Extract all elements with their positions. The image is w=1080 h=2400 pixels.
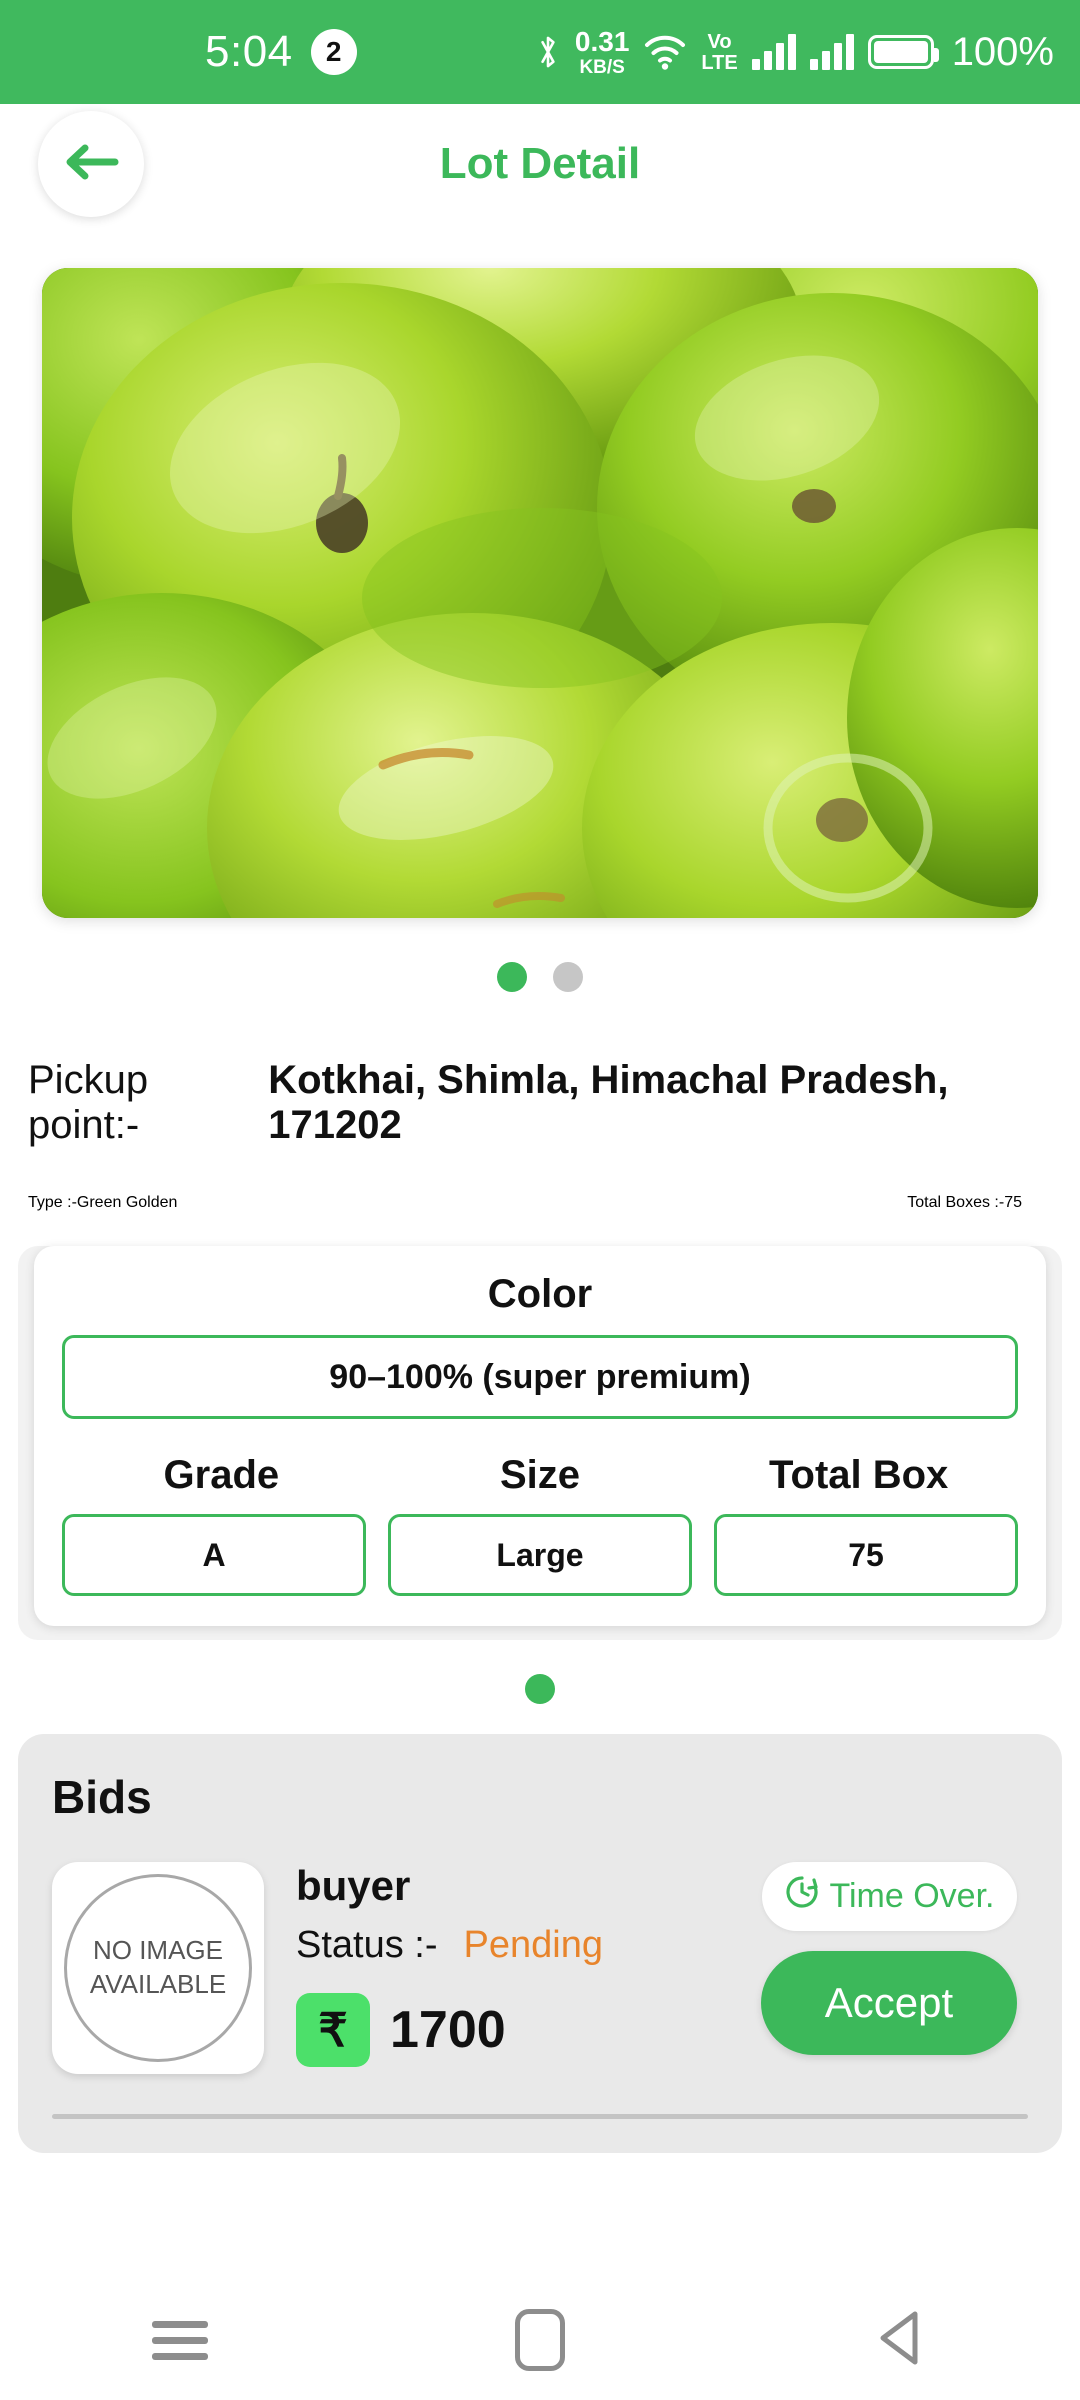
avatar-placeholder-line1: NO IMAGE <box>92 1935 223 1966</box>
status-bar-right: 0.31 KB/S Vo LTE 100% <box>535 25 1054 78</box>
notification-count-badge: 2 <box>310 29 357 75</box>
recents-button[interactable] <box>120 2298 240 2382</box>
pickup-point-label: Pickup point:- <box>28 1058 149 1147</box>
status-bar-left: 5:04 2 <box>205 27 357 77</box>
battery-icon <box>867 35 939 69</box>
cell-grade-value: A <box>62 1514 366 1596</box>
accept-button[interactable]: Accept <box>761 1951 1017 2055</box>
bid-status-label: Status :- <box>296 1924 438 1966</box>
grade-table-row: A Large 75 <box>62 1514 1018 1596</box>
bid-status-row: Status :- Pending <box>296 1924 750 1967</box>
column-header-size: Size <box>499 1453 581 1497</box>
bids-section: Bids NO IMAGE AVAILABLE buyer Status :- … <box>18 1734 1062 2153</box>
cell-total-box-value: 75 <box>714 1514 1018 1596</box>
home-square-icon <box>515 2309 565 2371</box>
column-header-grade: Grade <box>163 1453 280 1497</box>
volte-icon: Vo LTE <box>701 32 737 73</box>
battery-percent-label: 100% <box>951 29 1054 74</box>
total-boxes-group: Total Boxes :- 75 <box>907 1194 1022 1212</box>
total-boxes-value: 75 <box>1004 1194 1022 1211</box>
rupee-icon: ₹ <box>296 1993 370 2067</box>
status-badge: Pending <box>463 1924 603 1966</box>
bid-details: buyer Status :- Pending ₹ 1700 <box>296 1862 750 2067</box>
menu-icon <box>152 2312 208 2369</box>
total-boxes-label: Total Boxes :- <box>907 1194 1005 1211</box>
time-over-badge: Time Over. <box>761 1862 1017 1931</box>
avatar: NO IMAGE AVAILABLE <box>52 1862 264 2074</box>
grade-carousel-dots[interactable] <box>0 1674 1080 1704</box>
page-title: Lot Detail <box>439 139 641 188</box>
type-boxes-row: Type :- Green Golden Total Boxes :- 75 <box>28 1194 1052 1212</box>
volte-bottom-label: LTE <box>701 51 738 74</box>
color-grade-card: Color 90–100% (super premium) Grade Size… <box>34 1246 1046 1626</box>
bluetooth-icon <box>535 32 561 72</box>
bid-amount: 1700 <box>390 2001 506 2059</box>
product-image[interactable] <box>42 268 1038 918</box>
avatar-placeholder-circle: NO IMAGE AVAILABLE <box>64 1874 252 2062</box>
pickup-point-value: Kotkhai, Shimla, Himachal Pradesh, 17120… <box>268 1058 949 1147</box>
carousel-dot-1[interactable] <box>497 962 527 992</box>
clock-time: 5:04 <box>205 27 293 76</box>
cell-size-value: Large <box>388 1514 692 1596</box>
signal-bars-sim2-icon <box>809 34 854 70</box>
type-group: Type :- Green Golden <box>28 1194 177 1212</box>
bids-title: Bids <box>52 1771 152 1823</box>
wifi-icon <box>643 33 687 71</box>
grade-carousel-dot-1[interactable] <box>525 1674 555 1704</box>
carousel-dots[interactable] <box>0 962 1080 992</box>
network-speed-unit: KB/S <box>579 56 625 78</box>
bid-actions: Time Over. Accept <box>750 1862 1028 2055</box>
carousel-dot-2[interactable] <box>553 962 583 992</box>
product-photo-apples <box>42 268 1038 918</box>
clock-history-icon <box>784 1874 820 1919</box>
back-nav-button[interactable] <box>840 2298 960 2382</box>
network-speed-indicator: 0.31 KB/S <box>574 25 630 78</box>
color-header: Color <box>487 1272 593 1316</box>
type-value: Green Golden <box>76 1194 178 1211</box>
android-navigation-bar <box>0 2280 1080 2400</box>
grade-card-shade: Color 90–100% (super premium) Grade Size… <box>18 1246 1062 1640</box>
back-button[interactable] <box>38 111 144 217</box>
bidder-name: buyer <box>296 1862 411 1909</box>
column-header-total-box: Total Box <box>769 1453 949 1497</box>
network-speed-value: 0.31 <box>574 25 630 57</box>
lot-info: Pickup point:- Kotkhai, Shimla, Himachal… <box>28 1058 1052 1212</box>
triangle-back-icon <box>871 2307 929 2374</box>
home-button[interactable] <box>480 2298 600 2382</box>
volte-top-label: Vo <box>707 30 732 53</box>
color-value-box: 90–100% (super premium) <box>62 1335 1018 1419</box>
arrow-left-icon <box>63 140 119 189</box>
bid-divider <box>52 2114 1028 2119</box>
signal-bars-sim1-icon <box>751 34 796 70</box>
avatar-placeholder-line2: AVAILABLE <box>89 1969 227 1999</box>
status-bar: 5:04 2 0.31 KB/S Vo LTE 100% <box>0 0 1080 104</box>
time-over-label: Time Over. <box>829 1877 995 1915</box>
app-header: Lot Detail <box>0 104 1080 224</box>
grade-table-header: Grade Size Total Box <box>62 1453 1018 1498</box>
bid-list-item: NO IMAGE AVAILABLE buyer Status :- Pendi… <box>52 1862 1028 2074</box>
bid-price-row: ₹ 1700 <box>296 1993 750 2067</box>
type-label: Type :- <box>28 1194 77 1211</box>
pickup-point-row: Pickup point:- Kotkhai, Shimla, Himachal… <box>28 1058 1052 1148</box>
